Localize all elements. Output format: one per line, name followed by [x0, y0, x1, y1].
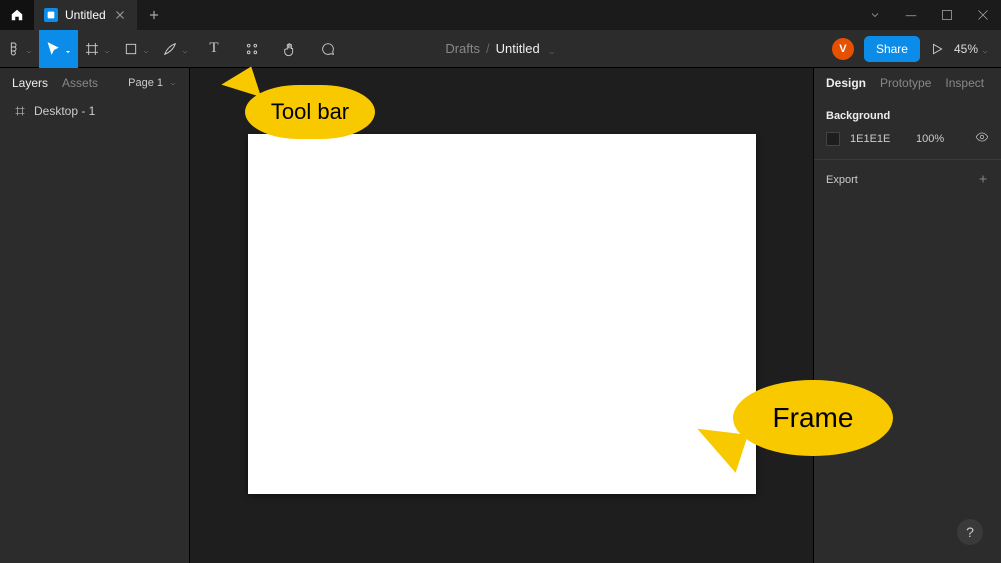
tab-design[interactable]: Design	[826, 76, 866, 90]
chevron-down-icon	[25, 45, 33, 53]
share-button[interactable]: Share	[864, 36, 920, 62]
right-panel: Design Prototype Inspect Background 1E1E…	[813, 68, 1001, 563]
background-hex-input[interactable]: 1E1E1E	[850, 133, 906, 145]
eye-icon	[975, 130, 989, 144]
close-icon	[113, 8, 127, 22]
text-icon: T	[209, 40, 218, 57]
pen-icon	[162, 41, 178, 57]
page-selector-label: Page 1	[128, 77, 163, 89]
annotation-frame: Frame	[733, 380, 893, 456]
figma-file-icon	[44, 8, 58, 22]
frame-icon	[14, 105, 26, 117]
chevron-down-icon	[142, 45, 150, 53]
resources-tool-button[interactable]	[233, 30, 271, 68]
rectangle-icon	[123, 41, 139, 57]
help-button[interactable]: ?	[957, 519, 983, 545]
present-button[interactable]	[930, 30, 944, 68]
home-button[interactable]	[0, 0, 34, 30]
chevron-down-icon	[181, 45, 189, 53]
close-window-button[interactable]	[965, 0, 1001, 30]
chevron-down-icon	[64, 45, 72, 53]
comment-icon	[320, 41, 336, 57]
tab-prototype[interactable]: Prototype	[880, 76, 931, 90]
chevron-down-icon	[169, 79, 177, 87]
canvas-frame[interactable]	[248, 134, 756, 494]
tab-title: Untitled	[65, 8, 106, 22]
chevron-down-icon	[548, 45, 556, 53]
chevron-down-icon	[103, 45, 111, 53]
help-icon: ?	[966, 524, 974, 540]
maximize-icon	[938, 6, 956, 24]
zoom-selector[interactable]: 45%	[954, 42, 989, 56]
play-icon	[930, 42, 944, 56]
plus-icon	[977, 173, 989, 185]
resources-icon	[244, 41, 260, 57]
breadcrumb-parent: Drafts	[445, 41, 480, 56]
minimize-button[interactable]	[893, 0, 929, 30]
add-export-button[interactable]	[977, 172, 989, 188]
document-tab[interactable]: Untitled	[34, 0, 137, 30]
zoom-value: 45%	[954, 42, 978, 56]
window-titlebar: Untitled	[0, 0, 1001, 30]
hand-icon	[282, 41, 298, 57]
background-color-swatch[interactable]	[826, 132, 840, 146]
comment-tool-button[interactable]	[309, 30, 347, 68]
new-tab-button[interactable]	[137, 8, 171, 22]
toggle-visibility-button[interactable]	[975, 130, 989, 147]
page-selector[interactable]: Page 1	[128, 77, 177, 89]
user-avatar[interactable]: V	[832, 38, 854, 60]
chevron-down-icon	[869, 9, 881, 21]
maximize-button[interactable]	[929, 0, 965, 30]
close-icon	[974, 6, 992, 24]
chevron-down-icon	[981, 45, 989, 53]
layer-item[interactable]: Desktop - 1	[0, 98, 189, 124]
close-tab-button[interactable]	[113, 8, 127, 22]
breadcrumb-separator: /	[486, 41, 490, 56]
annotation-toolbar-label: Tool bar	[271, 99, 349, 125]
menu-button[interactable]	[0, 30, 39, 68]
toolbar: T Drafts / Untitled V Share 45%	[0, 30, 1001, 68]
annotation-toolbar: Tool bar	[245, 85, 375, 139]
plus-icon	[147, 8, 161, 22]
background-section-title: Background	[826, 100, 989, 130]
minimize-icon	[902, 6, 920, 24]
document-name: Untitled	[496, 41, 540, 56]
pen-tool-button[interactable]	[156, 30, 195, 68]
move-tool-button[interactable]	[39, 30, 78, 68]
tab-assets[interactable]: Assets	[62, 76, 98, 90]
frame-tool-button[interactable]	[78, 30, 117, 68]
export-section-title: Export	[826, 174, 858, 186]
cursor-icon	[45, 41, 61, 57]
canvas[interactable]	[190, 68, 813, 563]
annotation-frame-label: Frame	[773, 402, 854, 434]
left-panel: Layers Assets Page 1 Desktop - 1	[0, 68, 190, 563]
window-menu-button[interactable]	[857, 0, 893, 30]
breadcrumb[interactable]: Drafts / Untitled	[445, 41, 555, 56]
layer-name: Desktop - 1	[34, 104, 95, 118]
tab-inspect[interactable]: Inspect	[945, 76, 984, 90]
tab-layers[interactable]: Layers	[12, 76, 48, 90]
shape-tool-button[interactable]	[117, 30, 156, 68]
hand-tool-button[interactable]	[271, 30, 309, 68]
figma-logo-icon	[6, 41, 22, 57]
text-tool-button[interactable]: T	[195, 30, 233, 68]
frame-icon	[84, 41, 100, 57]
home-icon	[10, 8, 24, 22]
background-opacity-input[interactable]: 100%	[916, 133, 965, 145]
